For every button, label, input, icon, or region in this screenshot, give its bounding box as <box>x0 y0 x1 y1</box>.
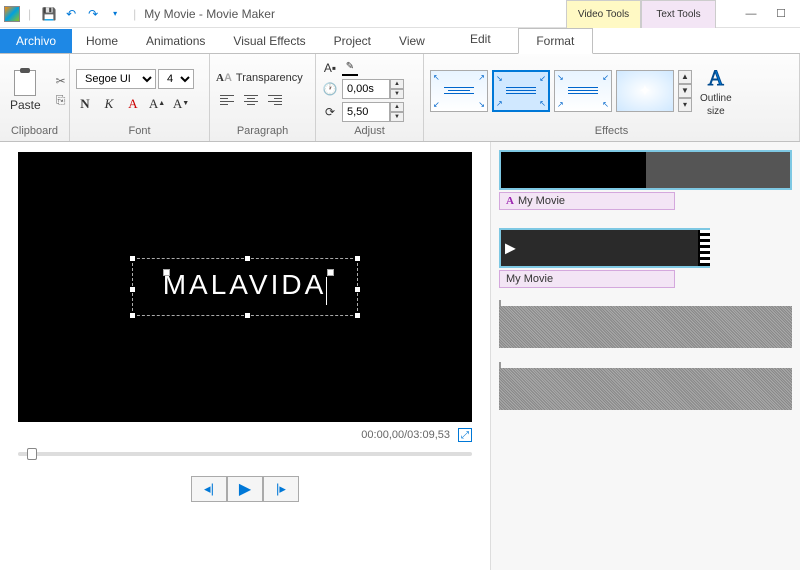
align-center-button[interactable] <box>240 90 262 110</box>
text-selection-box[interactable]: MALAVIDA <box>132 258 359 316</box>
start-time-up[interactable]: ▲ <box>390 79 404 89</box>
clip-label-2[interactable]: My Movie <box>499 270 675 288</box>
start-time-icon: 🕐 <box>322 81 338 97</box>
group-label-clipboard: Clipboard <box>6 125 63 139</box>
shrink-font-button[interactable]: A▼ <box>172 95 190 113</box>
preview-pane: MALAVIDA 00:00,00/03:09,53 ⤢ ◂| ▶ |▸ <box>0 142 490 570</box>
workspace: MALAVIDA 00:00,00/03:09,53 ⤢ ◂| ▶ |▸ My … <box>0 142 800 570</box>
duration-down[interactable]: ▼ <box>390 112 404 122</box>
save-icon[interactable]: 💾 <box>39 4 59 24</box>
transparency-icon: AA <box>216 72 232 84</box>
qat-dropdown-icon[interactable]: ▾ <box>105 4 125 24</box>
play-indicator-icon: ▶ <box>505 240 516 257</box>
time-display: 00:00,00/03:09,53 <box>361 429 450 441</box>
outline-size-button[interactable]: A Outline size <box>696 61 736 121</box>
next-frame-button[interactable]: |▸ <box>263 476 299 502</box>
align-left-button[interactable] <box>216 90 238 110</box>
context-tab-video-tools[interactable]: Video Tools <box>566 0 641 28</box>
tab-animations[interactable]: Animations <box>132 29 219 53</box>
font-color-button[interactable]: A <box>124 95 142 113</box>
prev-frame-button[interactable]: ◂| <box>191 476 227 502</box>
title-text[interactable]: MALAVIDA <box>163 269 327 300</box>
redo-icon[interactable]: ↷ <box>83 4 103 24</box>
tab-home[interactable]: Home <box>72 29 132 53</box>
minimize-button[interactable]: — <box>736 4 766 24</box>
bold-button[interactable]: N <box>76 95 94 113</box>
timeline-clip-3[interactable] <box>499 306 792 348</box>
undo-icon[interactable]: ↶ <box>61 4 81 24</box>
start-time-input[interactable] <box>342 79 390 99</box>
clipboard-icon <box>14 70 36 96</box>
effect-thumb-4[interactable]: ✦ <box>616 70 674 112</box>
timeline-clip-1[interactable]: My Movie <box>499 150 792 210</box>
effect-thumb-3[interactable]: ↘↙ ↗↖ <box>554 70 612 112</box>
group-label-adjust: Adjust <box>322 125 417 139</box>
titlebar: | 💾 ↶ ↷ ▾ | My Movie - Movie Maker Video… <box>0 0 800 28</box>
seek-bar[interactable] <box>18 452 472 456</box>
effects-more[interactable]: ▾ <box>678 98 692 112</box>
effect-thumb-1[interactable]: ↖↗ ↙↘ <box>430 70 488 112</box>
start-time-down[interactable]: ▼ <box>390 89 404 99</box>
group-label-effects: Effects <box>430 125 793 139</box>
font-name-select[interactable]: Segoe UI <box>76 69 156 89</box>
effects-scroll-down[interactable]: ▼ <box>678 84 692 98</box>
maximize-button[interactable]: ☐ <box>766 4 796 24</box>
video-preview[interactable]: MALAVIDA <box>18 152 472 422</box>
main-tabs: Archivo Home Animations Visual Effects P… <box>0 28 800 54</box>
duration-input[interactable] <box>342 102 390 122</box>
cut-icon[interactable]: ✂ <box>53 73 69 89</box>
edit-text-icon[interactable]: ✎ <box>342 60 358 76</box>
transparency-label: Transparency <box>236 72 303 84</box>
fullscreen-icon[interactable]: ⤢ <box>458 428 472 442</box>
grow-font-button[interactable]: A▲ <box>148 95 166 113</box>
duration-icon: ⟳ <box>322 104 338 120</box>
ribbon: Paste ✂ ⎘ Clipboard Segoe UI 48 N K A A▲ <box>0 54 800 142</box>
seek-thumb[interactable] <box>27 448 37 460</box>
outline-icon: A <box>708 65 724 91</box>
tab-file[interactable]: Archivo <box>0 29 72 53</box>
effects-scroll-up[interactable]: ▲ <box>678 70 692 84</box>
context-tab-text-tools[interactable]: Text Tools <box>641 0 716 28</box>
paste-button[interactable]: Paste <box>6 66 45 116</box>
align-right-button[interactable] <box>264 90 286 110</box>
background-color-icon[interactable]: A▪ <box>322 60 338 76</box>
clip-label-1[interactable]: My Movie <box>499 192 675 210</box>
copy-icon[interactable]: ⎘ <box>53 93 69 109</box>
window-title: My Movie - Movie Maker <box>144 7 275 21</box>
tab-view[interactable]: View <box>385 29 439 53</box>
timeline-pane: My Movie ▶ My Movie <box>490 142 800 570</box>
tab-format[interactable]: Format <box>518 28 593 54</box>
tab-project[interactable]: Project <box>320 29 385 53</box>
group-label-paragraph: Paragraph <box>216 125 309 139</box>
timeline-clip-2[interactable]: ▶ My Movie <box>499 228 792 288</box>
duration-up[interactable]: ▲ <box>390 102 404 112</box>
effects-gallery: ↖↗ ↙↘ ↘↙ ↗↖ ↘↙ ↗↖ ✦ ▲ <box>430 61 736 121</box>
tab-edit[interactable]: Edit <box>443 27 518 53</box>
group-label-font: Font <box>76 125 203 139</box>
timeline-clip-4[interactable] <box>499 368 792 410</box>
tab-visual-effects[interactable]: Visual Effects <box>219 29 319 53</box>
italic-button[interactable]: K <box>100 95 118 113</box>
play-button[interactable]: ▶ <box>227 476 263 502</box>
effect-thumb-2[interactable]: ↘↙ ↗↖ <box>492 70 550 112</box>
app-icon <box>4 6 20 22</box>
font-size-select[interactable]: 48 <box>158 69 194 89</box>
